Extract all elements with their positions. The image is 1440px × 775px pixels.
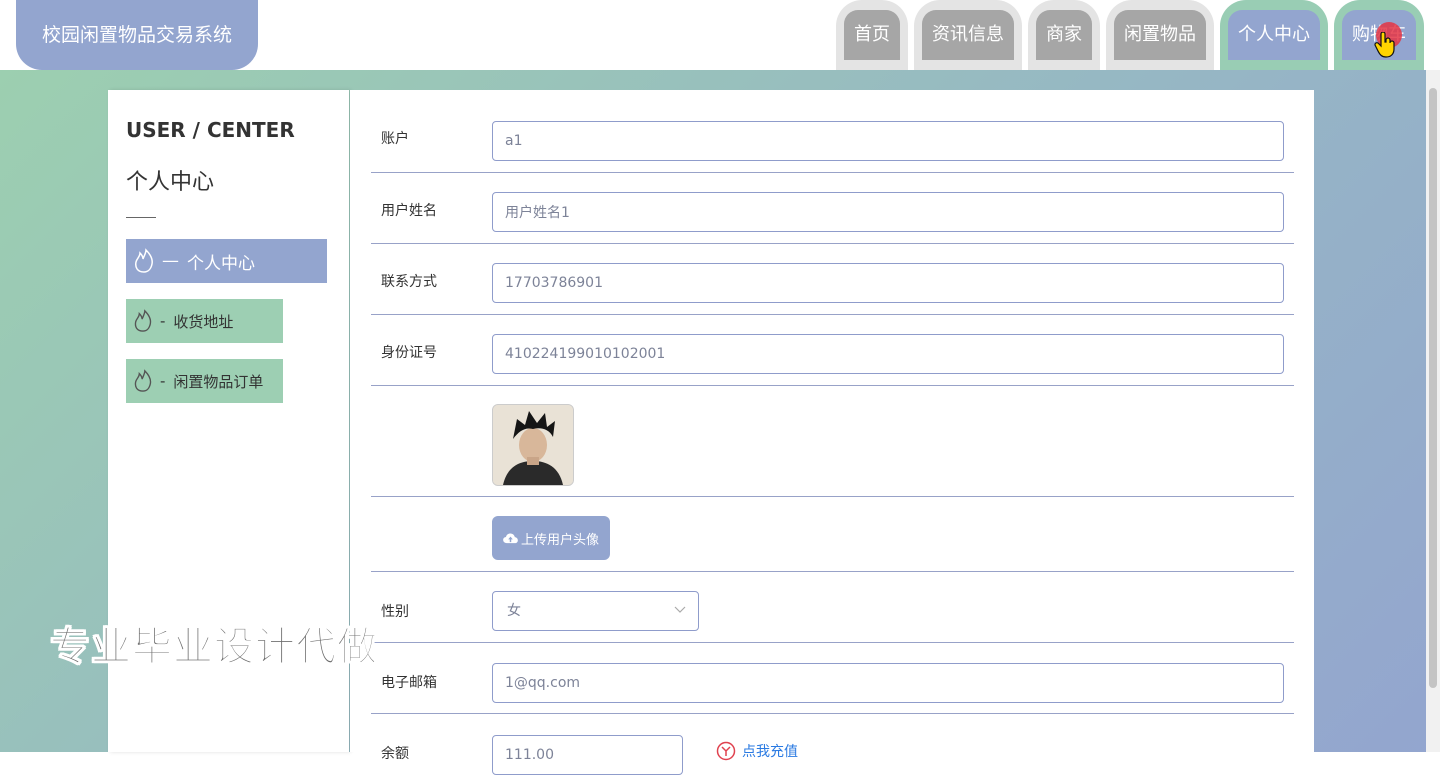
form-row-phone: 联系方式 <box>371 243 1294 315</box>
nav-home[interactable]: 首页 <box>836 0 908 70</box>
sidebar-item-label: 个人中心 <box>187 253 255 274</box>
email-label: 电子邮箱 <box>381 675 437 691</box>
item-dash: - <box>160 372 166 390</box>
sidebar-subtitle: 个人中心 <box>126 170 215 195</box>
item-dash: - <box>160 312 166 330</box>
hand-cursor-icon <box>1374 32 1395 58</box>
phone-input[interactable] <box>492 263 1284 303</box>
profile-form: 账户 用户姓名 联系方式 身份证号 上传用户头像 性别 <box>350 90 1314 775</box>
account-label: 账户 <box>381 131 409 147</box>
balance-label: 余额 <box>381 746 409 762</box>
item-dash: — <box>162 251 179 271</box>
nav-idle-items-label: 闲置物品 <box>1114 10 1206 60</box>
site-logo[interactable]: 校园闲置物品交易系统 <box>16 0 258 70</box>
sidebar-item-label: 闲置物品订单 <box>173 372 264 391</box>
recharge-icon <box>716 741 736 761</box>
idcard-input[interactable] <box>492 334 1284 374</box>
account-input[interactable] <box>492 121 1284 161</box>
form-row-avatar <box>371 385 1294 497</box>
main-nav: 首页 资讯信息 商家 闲置物品 个人中心 购物车 <box>830 0 1424 70</box>
email-input[interactable] <box>492 663 1284 703</box>
scrollbar-thumb[interactable] <box>1429 88 1437 688</box>
sidebar-item-orders[interactable]: - 闲置物品订单 <box>126 359 283 403</box>
sidebar-title: USER / CENTER <box>126 118 295 142</box>
page-scrollbar[interactable] <box>1426 70 1440 752</box>
form-row-username: 用户姓名 <box>371 172 1294 244</box>
sidebar-divider <box>126 217 156 218</box>
sidebar-item-label: 收货地址 <box>173 312 234 331</box>
recharge-link[interactable]: 点我充值 <box>716 741 798 761</box>
sidebar-item-user-center[interactable]: — 个人中心 <box>126 239 327 283</box>
upload-avatar-label: 上传用户头像 <box>520 532 599 548</box>
nav-news[interactable]: 资讯信息 <box>914 0 1022 70</box>
top-bar: 校园闲置物品交易系统 首页 资讯信息 商家 闲置物品 个人中心 购物车 <box>0 0 1440 70</box>
cloud-upload-icon <box>503 532 518 543</box>
username-label: 用户姓名 <box>381 203 437 219</box>
phone-label: 联系方式 <box>381 274 437 290</box>
avatar-portrait <box>493 405 573 485</box>
gender-select-value: 女 <box>507 603 521 619</box>
chevron-down-icon <box>674 606 686 613</box>
watermark-text: 专业毕业设计代做 <box>50 624 378 671</box>
form-row-upload: 上传用户头像 <box>371 496 1294 572</box>
nav-home-label: 首页 <box>844 10 900 60</box>
flame-icon <box>134 369 152 392</box>
gender-select[interactable]: 女 <box>492 591 699 631</box>
gender-label: 性别 <box>381 604 409 620</box>
form-row-gender: 性别 女 <box>371 571 1294 643</box>
sidebar-item-address[interactable]: - 收货地址 <box>126 299 283 343</box>
form-row-email: 电子邮箱 <box>371 642 1294 714</box>
form-row-balance: 余额 点我充值 <box>371 713 1294 775</box>
upload-avatar-button[interactable]: 上传用户头像 <box>492 516 610 560</box>
nav-idle-items[interactable]: 闲置物品 <box>1106 0 1214 70</box>
flame-icon <box>135 248 153 273</box>
user-avatar[interactable] <box>492 404 574 486</box>
flame-icon <box>134 309 152 332</box>
username-input[interactable] <box>492 192 1284 232</box>
idcard-label: 身份证号 <box>381 345 437 361</box>
nav-user-center[interactable]: 个人中心 <box>1220 0 1328 70</box>
form-row-account: 账户 <box>371 90 1294 173</box>
recharge-label: 点我充值 <box>742 744 798 760</box>
nav-user-center-label: 个人中心 <box>1228 10 1320 60</box>
nav-merchant-label: 商家 <box>1036 10 1092 60</box>
nav-news-label: 资讯信息 <box>922 10 1014 60</box>
form-row-idcard: 身份证号 <box>371 314 1294 386</box>
nav-merchant[interactable]: 商家 <box>1028 0 1100 70</box>
balance-input[interactable] <box>492 735 683 775</box>
